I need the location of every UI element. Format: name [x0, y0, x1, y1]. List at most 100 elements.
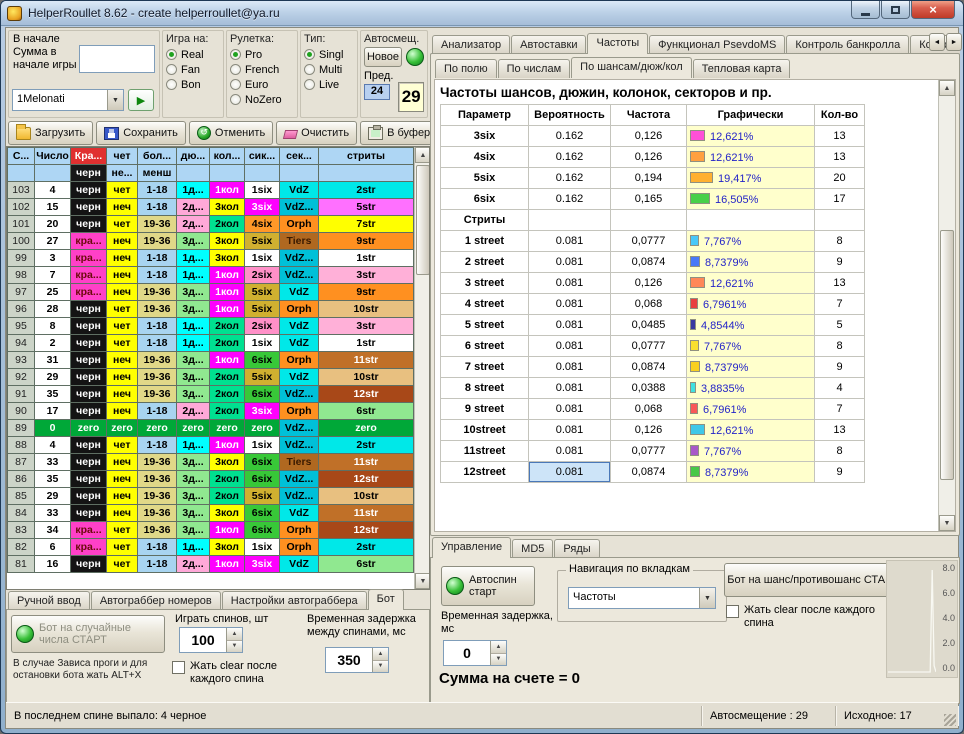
tab-автоставки[interactable]: Автоставки — [511, 35, 586, 54]
history-scroll-thumb[interactable] — [416, 165, 430, 275]
frequency-scrollbar[interactable]: ▲ ▼ — [938, 80, 955, 531]
radio-fan[interactable]: Fan — [166, 62, 220, 77]
history-header-cell[interactable]: чет — [107, 148, 138, 165]
freq-header-cell[interactable]: Параметр — [441, 105, 529, 126]
tab-анализатор[interactable]: Анализатор — [432, 35, 510, 54]
chevron-down-icon[interactable]: ▼ — [699, 588, 715, 608]
preset-combobox[interactable]: 1Melonati ▼ — [12, 89, 124, 111]
freq-row-3-street[interactable]: 3 street0.0810,12612,621%13 — [441, 273, 865, 294]
freq-row-10street[interactable]: 10street0.0810,12612,621%13 — [441, 420, 865, 441]
history-row-84[interactable]: 8433черннеч19-363д...3кол6sixVdZ11str — [8, 505, 414, 522]
save-button[interactable]: Сохранить — [96, 121, 186, 145]
tab-управление[interactable]: Управление — [432, 537, 511, 558]
green-orb-icon[interactable] — [406, 48, 424, 66]
history-row-88[interactable]: 884чернчет1-181д...1кол1sixVdZ...2str — [8, 437, 414, 454]
tab-тепловая-карта[interactable]: Тепловая карта — [693, 59, 791, 78]
history-row-94[interactable]: 942чернчет1-181д...2кол1sixVdZ1str — [8, 335, 414, 352]
history-row-81[interactable]: 8116чернчет1-182д...1кол3sixVdZ6str — [8, 556, 414, 573]
history-row-98[interactable]: 987кра...неч1-181д...1кол2sixVdZ...3str — [8, 267, 414, 284]
history-row-102[interactable]: 10215черннеч1-182д...3кол3sixVdZ...5str — [8, 199, 414, 216]
history-row-82[interactable]: 826кра...чет1-181д...3кол1sixOrph2str — [8, 539, 414, 556]
tab-по-числам[interactable]: По числам — [498, 59, 571, 78]
history-row-93[interactable]: 9331черннеч19-363д...1кол6sixOrph11str — [8, 352, 414, 369]
history-row-99[interactable]: 993кра...неч1-181д...3кол1sixVdZ...1str — [8, 250, 414, 267]
history-header-cell[interactable]: сик... — [245, 148, 280, 165]
freq-section-row[interactable]: Стриты — [441, 210, 865, 231]
freq-row-7-street[interactable]: 7 street0.0810,08748,7379%9 — [441, 357, 865, 378]
history-row-85[interactable]: 8529черннеч19-363д...2кол5sixVdZ...10str — [8, 488, 414, 505]
history-row-92[interactable]: 9229черннеч19-363д...2кол5sixVdZ10str — [8, 369, 414, 386]
autospin-start-button[interactable]: Автоспин старт — [441, 566, 535, 606]
stepper-down-icon[interactable]: ▼ — [373, 661, 388, 673]
freq-row-1-street[interactable]: 1 street0.0810,07777,767%8 — [441, 231, 865, 252]
freq-header-cell[interactable]: Кол-во — [815, 105, 865, 126]
spins-count-stepper[interactable]: 100 ▲ ▼ — [179, 627, 243, 653]
tab-частоты[interactable]: Частоты — [587, 33, 648, 54]
history-row-86[interactable]: 8635черннеч19-363д...2кол6sixVdZ...12str — [8, 471, 414, 488]
history-row-100[interactable]: 10027кра...неч19-363д...3кол5sixTiers9st… — [8, 233, 414, 250]
stepper-up-icon[interactable]: ▲ — [373, 648, 388, 661]
history-scrollbar[interactable]: ▲ ▼ — [414, 147, 430, 589]
scroll-up-icon[interactable]: ▲ — [415, 147, 430, 163]
tab-автограббер-номеров[interactable]: Автограббер номеров — [91, 591, 221, 610]
history-row-83[interactable]: 8334кра...чет19-363д...1кол6sixOrph12str — [8, 522, 414, 539]
history-row-89[interactable]: 890zerozerozerozerozerozeroVdZ...zero — [8, 420, 414, 437]
load-button[interactable]: Загрузить — [8, 121, 93, 145]
freq-row-6-street[interactable]: 6 street0.0810,07777,767%8 — [441, 336, 865, 357]
history-header-cell[interactable]: сек... — [280, 148, 319, 165]
history-header-cell[interactable] — [177, 165, 210, 182]
maximize-button[interactable] — [881, 1, 910, 19]
tab-scroll-right-icon[interactable]: ► — [946, 33, 962, 51]
freq-row-9-street[interactable]: 9 street0.0810,0686,7961%7 — [441, 399, 865, 420]
chevron-down-icon[interactable]: ▼ — [107, 90, 123, 110]
freq-row-12street[interactable]: 12street0.0810,08748,7379%9 — [441, 462, 865, 483]
history-header-cell[interactable] — [35, 165, 71, 182]
freq-row-8-street[interactable]: 8 street0.0810,03883,8835%4 — [441, 378, 865, 399]
freq-row-2-street[interactable]: 2 street0.0810,08748,7379%9 — [441, 252, 865, 273]
spin-delay-stepper[interactable]: 350 ▲ ▼ — [325, 647, 389, 673]
radio-euro[interactable]: Euro — [230, 77, 294, 92]
tab-scroll-left-icon[interactable]: ◄ — [929, 33, 945, 51]
undo-button[interactable]: Отменить — [189, 121, 273, 145]
history-header-cell[interactable]: черн — [71, 165, 107, 182]
stepper-down-icon[interactable]: ▼ — [227, 641, 242, 653]
freq-row-4-street[interactable]: 4 street0.0810,0686,7961%7 — [441, 294, 865, 315]
history-header-cell[interactable] — [8, 165, 35, 182]
scroll-down-icon[interactable]: ▼ — [415, 573, 430, 589]
freq-row-11street[interactable]: 11street0.0810,07777,767%8 — [441, 441, 865, 462]
frequency-scroll-thumb[interactable] — [940, 230, 954, 480]
history-header-cell[interactable]: не... — [107, 165, 138, 182]
history-row-91[interactable]: 9135черннеч19-363д...2кол6sixVdZ...12str — [8, 386, 414, 403]
freq-row-5-street[interactable]: 5 street0.0810,04854,8544%5 — [441, 315, 865, 336]
titlebar[interactable]: HelperRoullet 8.62 - create helperroulle… — [1, 1, 963, 26]
history-header-cell[interactable] — [280, 165, 319, 182]
clear-after-spin-checkbox[interactable]: Жать clear после каждого спина — [172, 660, 304, 686]
radio-real[interactable]: Real — [166, 47, 220, 62]
radio-live[interactable]: Live — [304, 77, 354, 92]
radio-singl[interactable]: Singl — [304, 47, 354, 62]
tab-настройки-автограббера[interactable]: Настройки автограббера — [222, 591, 367, 610]
freq-row-4six[interactable]: 4six0.1620,12612,621%13 — [441, 147, 865, 168]
history-header-cell[interactable]: С... — [8, 148, 35, 165]
history-row-103[interactable]: 1034чернчет1-181д...1кол1sixVdZ2str — [8, 182, 414, 199]
freq-header-cell[interactable]: Вероятность — [529, 105, 611, 126]
freq-header-cell[interactable]: Частота — [611, 105, 687, 126]
tab-по-шансам-дюж-кол[interactable]: По шансам/дюж/кол — [571, 57, 692, 78]
history-header-cell[interactable] — [319, 165, 414, 182]
history-row-97[interactable]: 9725кра...неч19-363д...1кол5sixVdZ9str — [8, 284, 414, 301]
history-row-95[interactable]: 958чернчет1-181д...2кол2sixVdZ3str — [8, 318, 414, 335]
freq-row-3six[interactable]: 3six0.1620,12612,621%13 — [441, 126, 865, 147]
scroll-up-icon[interactable]: ▲ — [939, 80, 955, 96]
resize-grip[interactable] — [944, 714, 956, 726]
radio-pro[interactable]: Pro — [230, 47, 294, 62]
tab-navigation-combobox[interactable]: Частоты ▼ — [568, 587, 716, 609]
new-shift-button[interactable]: Новое — [364, 47, 402, 67]
tab-контроль-банкролла[interactable]: Контроль банкролла — [786, 35, 909, 54]
start-sum-input[interactable] — [79, 45, 155, 73]
tab-по-полю[interactable]: По полю — [435, 59, 497, 78]
history-header-cell[interactable] — [245, 165, 280, 182]
clear-button[interactable]: Очистить — [276, 121, 357, 145]
history-row-87[interactable]: 8733черннеч19-363д...3кол6sixTiers11str — [8, 454, 414, 471]
stepper-down-icon[interactable]: ▼ — [491, 654, 506, 666]
history-header-cell[interactable]: стриты — [319, 148, 414, 165]
